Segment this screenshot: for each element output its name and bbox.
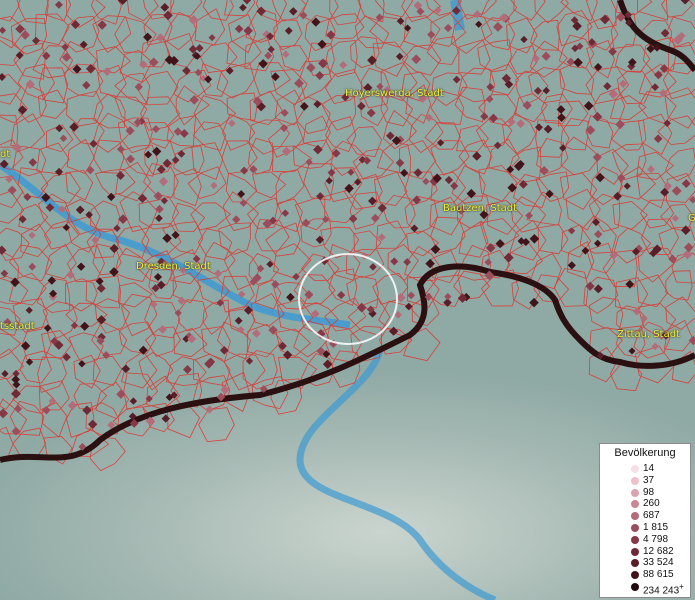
population-legend: Bevölkerung 14 37 98 260 687 1 815 4 798 12 682…: [599, 443, 691, 598]
legend-swatch: [631, 559, 639, 568]
legend-item: 1 815: [600, 523, 690, 534]
place-label-partial-east[interactable]: G: [688, 213, 695, 224]
legend-label: 98: [643, 486, 655, 498]
legend-item: 88 615: [600, 570, 690, 581]
legend-item: 14: [600, 464, 690, 475]
legend-label: 234 243+: [643, 582, 684, 597]
legend-label: 1 815: [643, 522, 669, 533]
legend-item: 12 682: [600, 545, 690, 558]
legend-swatch: [631, 524, 639, 532]
legend-swatch: [631, 476, 639, 485]
legend-swatch: [631, 571, 639, 580]
legend-title: Bevölkerung: [614, 447, 676, 459]
legend-item: 687: [600, 511, 690, 522]
legend-label: 687: [643, 510, 660, 522]
legend-label: 88 615: [643, 569, 674, 581]
legend-item: 37: [600, 474, 690, 487]
legend-item: 33 524: [600, 558, 690, 569]
place-label-hoyerswerda[interactable]: Hoyerswerda, Stadt: [345, 88, 444, 99]
legend-label: 37: [643, 474, 655, 486]
legend-label: 12 682: [643, 545, 674, 557]
place-label-bautzen[interactable]: Bautzen, Stadt: [443, 203, 517, 214]
highlight-circle: [298, 253, 398, 345]
legend-label: 33 524: [643, 557, 674, 569]
legend-swatch: [631, 583, 639, 591]
legend-swatch: [631, 488, 639, 497]
legend-swatch: [631, 500, 639, 509]
legend-swatch: [631, 465, 639, 473]
place-label-partial-northwest[interactable]: dt: [0, 149, 10, 160]
legend-label: 4 798: [643, 533, 669, 545]
place-label-partial-west[interactable]: tsstadt: [0, 321, 35, 332]
place-label-dresden[interactable]: Dresden, Stadt: [136, 261, 211, 272]
legend-swatch: [631, 547, 639, 556]
legend-item: 4 798: [600, 533, 690, 546]
legend-label: 14: [643, 463, 655, 474]
legend-item: 98: [600, 486, 690, 499]
terrain-relief: [0, 330, 695, 600]
population-map[interactable]: Hoyerswerda, Stadt Bautzen, Stadt Dresde…: [0, 0, 695, 600]
legend-swatch: [631, 512, 639, 521]
river-north: [450, 0, 465, 31]
legend-label: 260: [643, 498, 660, 510]
legend-item: 234 243+: [600, 582, 690, 597]
legend-item: 260: [600, 499, 690, 510]
legend-swatch: [631, 535, 639, 544]
legend-overflow-marker: +: [679, 582, 684, 591]
place-label-zittau[interactable]: Zittau, Stadt: [617, 329, 680, 340]
